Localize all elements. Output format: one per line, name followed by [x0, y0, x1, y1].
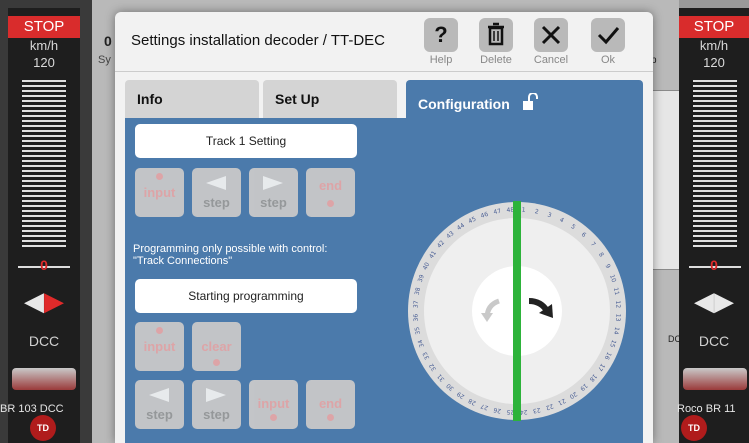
step-back-button-2[interactable]: step: [135, 380, 184, 429]
clear-label: clear: [201, 339, 232, 354]
input-button-2[interactable]: input: [135, 322, 184, 371]
dot-icon: [156, 173, 163, 180]
step-forward-icon: [263, 176, 283, 190]
step-back-icon: [206, 176, 226, 190]
input-label: input: [257, 396, 290, 411]
left-max-speed: 120: [33, 55, 55, 70]
step-forward-label: step: [203, 407, 230, 422]
dial-position-11[interactable]: 11: [612, 287, 620, 296]
close-icon: [534, 18, 568, 52]
dot-icon: [213, 359, 220, 366]
help-label: Help: [429, 54, 453, 66]
trash-icon: [479, 18, 513, 52]
end-button[interactable]: end: [306, 168, 355, 217]
right-arrow-icon: ▶: [44, 286, 64, 316]
right-speed-value: 0: [710, 257, 718, 273]
end-label: end: [318, 396, 343, 411]
tab-info[interactable]: Info: [125, 80, 259, 118]
tab-setup[interactable]: Set Up: [263, 80, 397, 118]
ok-label: Ok: [600, 54, 616, 66]
dial-position-12[interactable]: 12: [614, 300, 621, 308]
input-button-3[interactable]: input: [249, 380, 298, 429]
left-direction-toggle[interactable]: ◀▶: [8, 288, 80, 314]
dial-position-47[interactable]: 47: [493, 208, 502, 216]
left-stop-button[interactable]: STOP: [8, 16, 80, 38]
right-loco-name: Roco BR 11: [677, 403, 736, 415]
dialog-title: Settings installation decoder / TT-DEC: [131, 32, 386, 49]
left-arrow-icon: ◀: [694, 286, 714, 316]
input-button[interactable]: input: [135, 168, 184, 217]
dot-icon: [156, 327, 163, 334]
unlock-icon[interactable]: [522, 92, 538, 110]
dialog-tabs: Info Set Up Configuration: [125, 80, 643, 118]
dial-position-14[interactable]: 14: [612, 326, 620, 335]
cancel-button[interactable]: Cancel: [528, 16, 574, 72]
step-back-button[interactable]: step: [192, 168, 241, 217]
right-protocol: DCC: [698, 333, 730, 349]
left-speed-unit: km/h: [29, 38, 59, 53]
right-speed-slider[interactable]: [693, 80, 737, 248]
left-speed-slider[interactable]: [22, 80, 66, 248]
start-programming-button[interactable]: Starting programming: [135, 279, 357, 313]
delete-button[interactable]: Delete: [473, 16, 519, 72]
programming-note: Programming only possible with control: …: [133, 243, 327, 267]
dot-icon: [270, 414, 277, 421]
step-back-label: step: [146, 407, 173, 422]
track-setting-button[interactable]: Track 1 Setting: [135, 124, 357, 158]
delete-label: Delete: [480, 54, 512, 66]
ok-button[interactable]: Ok: [585, 16, 631, 72]
dial-position-13[interactable]: 13: [614, 314, 621, 322]
right-arrow-icon: ▶: [714, 286, 734, 316]
dial-position-35[interactable]: 35: [414, 326, 422, 335]
help-icon: ?: [424, 18, 458, 52]
right-loco-image[interactable]: [683, 368, 747, 390]
left-loco-name: BR 103 DCC: [0, 403, 64, 415]
check-icon: [591, 18, 625, 52]
cancel-label: Cancel: [533, 54, 569, 66]
clear-button[interactable]: clear: [192, 322, 241, 371]
configuration-panel: Track 1 Setting input step step end Prog…: [125, 118, 643, 443]
settings-dialog: Settings installation decoder / TT-DEC ?…: [115, 12, 653, 443]
right-logo-icon[interactable]: TD: [681, 415, 707, 441]
tab-configuration[interactable]: Configuration: [406, 80, 643, 118]
left-logo-icon[interactable]: TD: [30, 415, 56, 441]
step-forward-button[interactable]: step: [249, 168, 298, 217]
help-button[interactable]: ? Help: [418, 16, 464, 72]
right-speed-unit: km/h: [699, 38, 729, 53]
right-stop-button[interactable]: STOP: [679, 16, 749, 38]
dot-icon: [327, 414, 334, 421]
left-loco-control: STOP km/h 120 0 ◀▶ DCC BR 103 DCC TD: [0, 8, 80, 443]
step-back-icon: [149, 388, 169, 402]
left-arrow-icon: ◀: [24, 286, 44, 316]
step-forward-button-2[interactable]: step: [192, 380, 241, 429]
programming-note-line1: Programming only possible with control:: [133, 243, 328, 255]
dial-position-1[interactable]: 1: [521, 207, 525, 214]
step-forward-label: step: [260, 195, 287, 210]
dialog-header: Settings installation decoder / TT-DEC ?…: [115, 12, 653, 72]
background-sys-label: Sy: [98, 54, 111, 66]
programming-note-line2: "Track Connections": [133, 255, 233, 267]
input-label: input: [143, 185, 176, 200]
dial-position-36[interactable]: 36: [412, 313, 419, 321]
turntable-dial[interactable]: 1 2 34567891011121314151617181920212223242…: [407, 201, 627, 421]
turntable-bridge: [513, 201, 521, 421]
step-back-label: step: [203, 195, 230, 210]
dial-position-23[interactable]: 23: [532, 406, 541, 414]
right-direction-toggle[interactable]: ◀▶: [679, 288, 749, 314]
left-loco-image[interactable]: [12, 368, 76, 390]
dial-position-38[interactable]: 38: [414, 287, 422, 296]
right-max-speed: 120: [703, 55, 725, 70]
background-zero: 0: [104, 33, 112, 49]
input-label: input: [143, 339, 176, 354]
end-button-2[interactable]: end: [306, 380, 355, 429]
left-protocol: DCC: [28, 333, 60, 349]
dot-icon: [327, 200, 334, 207]
step-forward-icon: [206, 388, 226, 402]
end-label: end: [318, 178, 343, 193]
left-speed-value: 0: [40, 257, 48, 273]
dial-position-26[interactable]: 26: [493, 406, 502, 414]
right-loco-control: STOP km/h 120 0 ◀▶ DCC Roco BR 11 TD: [677, 8, 749, 443]
tab-configuration-label: Configuration: [418, 96, 510, 112]
dial-position-37[interactable]: 37: [412, 300, 419, 308]
